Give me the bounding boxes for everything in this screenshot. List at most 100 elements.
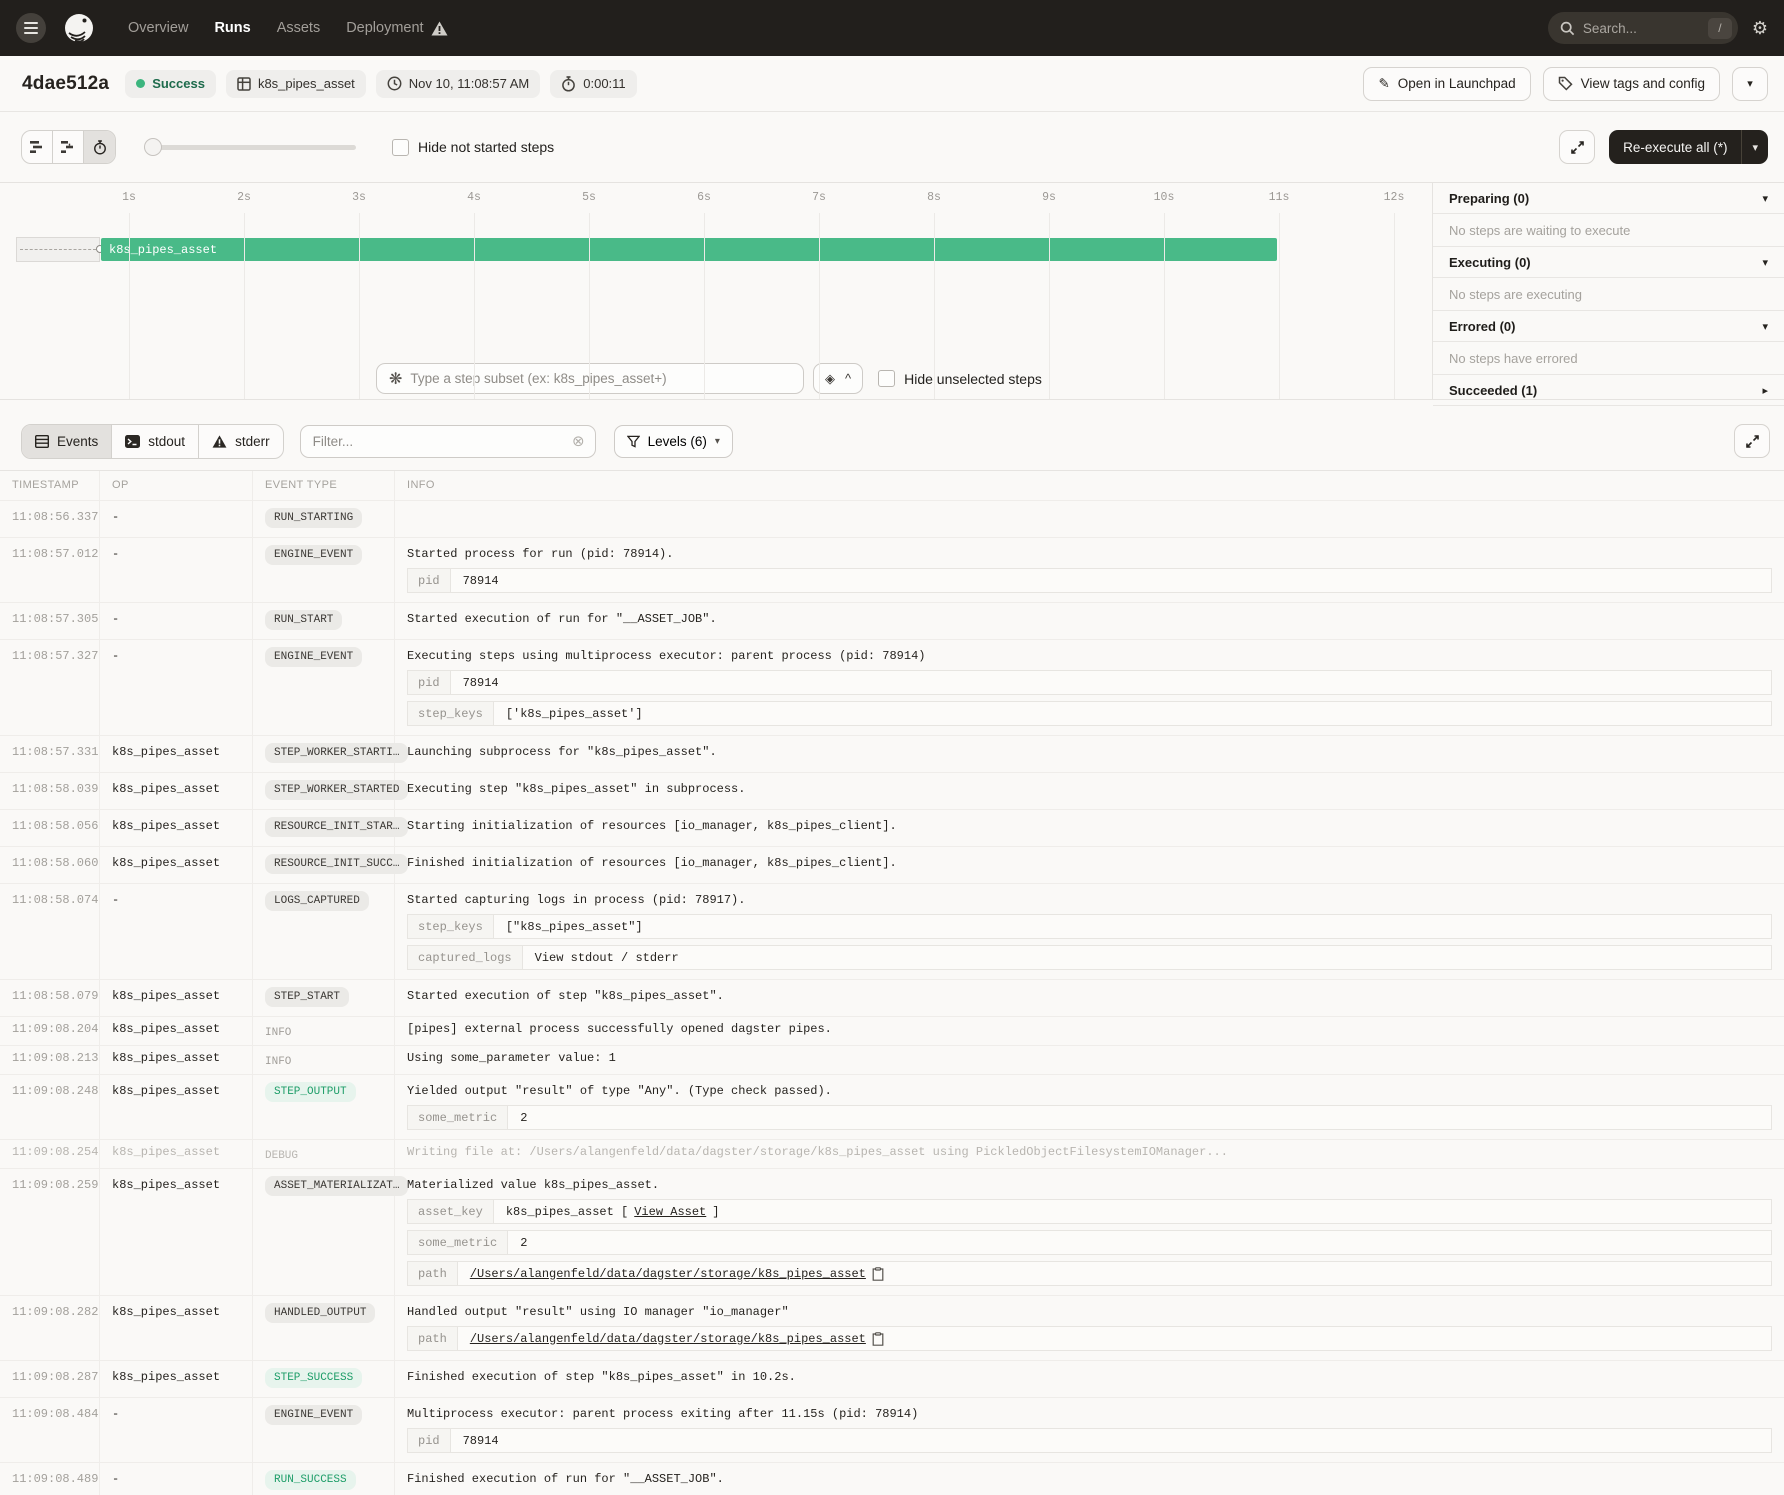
filter-input[interactable]: [313, 434, 572, 449]
event-timestamp: 11:09:08.254: [0, 1140, 100, 1168]
open-in-launchpad-button[interactable]: ✎ Open in Launchpad: [1363, 67, 1530, 101]
event-row[interactable]: 11:09:08.213k8s_pipes_assetINFOUsing som…: [0, 1046, 1784, 1075]
event-row[interactable]: 11:08:57.305-RUN_STARTStarted execution …: [0, 603, 1784, 640]
graph-query-toggle-button[interactable]: ◈ ^: [813, 363, 863, 394]
search-input[interactable]: Search... /: [1548, 12, 1738, 44]
event-row[interactable]: 11:09:08.489-RUN_SUCCESSFinished executi…: [0, 1463, 1784, 1495]
clear-filter-icon[interactable]: ⊗: [572, 432, 585, 450]
hide-unselected-checkbox-row[interactable]: Hide unselected steps: [878, 370, 1042, 387]
chevron-down-icon: ▾: [1762, 256, 1768, 269]
event-row[interactable]: 11:08:57.012-ENGINE_EVENTStarted process…: [0, 538, 1784, 603]
gantt-axis-tick: 8s: [927, 191, 941, 204]
search-icon: [1560, 21, 1575, 36]
sidebar-section-label: Errored (0): [1449, 319, 1515, 334]
event-info: Writing file at: /Users/alangenfeld/data…: [395, 1140, 1784, 1168]
gantt-gridline: [934, 213, 935, 399]
clock-icon: [387, 76, 402, 91]
event-type-cell: ENGINE_EVENT: [253, 640, 395, 735]
metadata-text: ]: [712, 1205, 719, 1219]
event-type-badge: STEP_WORKER_STARTED: [265, 780, 408, 800]
event-row[interactable]: 11:09:08.248k8s_pipes_assetSTEP_OUTPUTYi…: [0, 1075, 1784, 1140]
event-row[interactable]: 11:08:58.060k8s_pipes_assetRESOURCE_INIT…: [0, 847, 1784, 884]
event-row[interactable]: 11:08:58.039k8s_pipes_assetSTEP_WORKER_S…: [0, 773, 1784, 810]
flat-view-icon: [30, 141, 44, 153]
copy-path-icon[interactable]: [872, 1267, 884, 1281]
metadata-link[interactable]: View Asset: [634, 1205, 706, 1219]
hide-not-started-checkbox[interactable]: [392, 139, 409, 156]
event-metadata-row: path/Users/alangenfeld/data/dagster/stor…: [407, 1261, 1772, 1286]
view-tags-config-button[interactable]: View tags and config: [1543, 67, 1720, 101]
nav-link-assets[interactable]: Assets: [277, 20, 321, 36]
step-subset-input[interactable]: [410, 371, 791, 386]
waterfall-view-button[interactable]: [53, 131, 84, 163]
nav-link-runs[interactable]: Runs: [214, 20, 250, 36]
levels-dropdown-button[interactable]: Levels (6) ▾: [614, 425, 733, 458]
hide-not-started-checkbox-row[interactable]: Hide not started steps: [392, 139, 554, 156]
event-info: Finished execution of run for "__ASSET_J…: [395, 1463, 1784, 1495]
event-message: Started process for run (pid: 78914).: [407, 547, 1772, 562]
hamburger-menu-button[interactable]: [16, 13, 46, 43]
event-row[interactable]: 11:08:58.079k8s_pipes_assetSTEP_STARTSta…: [0, 980, 1784, 1017]
event-row[interactable]: 11:09:08.254k8s_pipes_assetDEBUGWriting …: [0, 1140, 1784, 1169]
metadata-text: ['k8s_pipes_asset']: [506, 707, 643, 721]
events-fullscreen-button[interactable]: [1734, 424, 1770, 458]
event-info: Started process for run (pid: 78914).pid…: [395, 538, 1784, 602]
run-actions-dropdown-button[interactable]: ▾: [1732, 67, 1768, 101]
sidebar-section-header[interactable]: Errored (0)▾: [1433, 311, 1784, 342]
event-row[interactable]: 11:09:08.287k8s_pipes_assetSTEP_SUCCESSF…: [0, 1361, 1784, 1398]
tab-stdout[interactable]: stdout: [112, 425, 199, 458]
sidebar-section-header[interactable]: Preparing (0)▾: [1433, 183, 1784, 214]
sidebar-section-header[interactable]: Succeeded (1)▸: [1433, 375, 1784, 406]
nav-link-overview[interactable]: Overview: [128, 20, 188, 36]
gantt-axis-tick: 11s: [1269, 191, 1290, 204]
tab-stderr[interactable]: stderr: [199, 425, 283, 458]
event-type-cell: RESOURCE_INIT_SUCC…: [253, 847, 395, 883]
slider-knob[interactable]: [144, 138, 162, 156]
event-info: Finished initialization of resources [io…: [395, 847, 1784, 883]
gantt-zoom-slider[interactable]: [144, 137, 356, 157]
event-row[interactable]: 11:09:08.484-ENGINE_EVENTMultiprocess ex…: [0, 1398, 1784, 1463]
event-row[interactable]: 11:08:58.074-LOGS_CAPTUREDStarted captur…: [0, 884, 1784, 980]
reexecute-dropdown-caret[interactable]: ▾: [1741, 130, 1768, 164]
event-message: Started execution of step "k8s_pipes_ass…: [407, 989, 1772, 1004]
hide-unselected-checkbox[interactable]: [878, 370, 895, 387]
settings-gear-icon[interactable]: ⚙: [1752, 19, 1768, 37]
metadata-text: 78914: [463, 574, 499, 588]
event-info: Started capturing logs in process (pid: …: [395, 884, 1784, 979]
reexecute-all-button[interactable]: Re-execute all (*): [1609, 130, 1741, 164]
event-row[interactable]: 11:09:08.204k8s_pipes_assetINFO[pipes] e…: [0, 1017, 1784, 1046]
nav-link-deployment[interactable]: Deployment: [346, 20, 447, 36]
event-row[interactable]: 11:09:08.282k8s_pipes_assetHANDLED_OUTPU…: [0, 1296, 1784, 1361]
reexecute-all-split-button[interactable]: Re-execute all (*) ▾: [1609, 130, 1768, 164]
event-type-badge: STEP_SUCCESS: [265, 1368, 362, 1388]
events-table-header: TIMESTAMP OP EVENT TYPE INFO: [0, 471, 1784, 501]
flat-view-button[interactable]: [22, 131, 53, 163]
tab-events[interactable]: Events: [22, 425, 112, 458]
event-row[interactable]: 11:08:56.337-RUN_STARTING: [0, 501, 1784, 538]
event-row[interactable]: 11:08:57.327-ENGINE_EVENTExecuting steps…: [0, 640, 1784, 736]
event-row[interactable]: 11:08:58.056k8s_pipes_assetRESOURCE_INIT…: [0, 810, 1784, 847]
event-message: Executing steps using multiprocess execu…: [407, 649, 1772, 664]
gantt-fullscreen-button[interactable]: [1559, 130, 1595, 164]
timed-view-button[interactable]: [84, 131, 115, 163]
metadata-link[interactable]: /Users/alangenfeld/data/dagster/storage/…: [470, 1267, 866, 1281]
events-section: Events stdout stderr ⊗ Levels (6) ▾: [0, 412, 1784, 1495]
tag-icon: [1558, 76, 1573, 91]
event-message: Finished initialization of resources [io…: [407, 856, 1772, 871]
event-info: Executing step "k8s_pipes_asset" in subp…: [395, 773, 1784, 809]
gantt-chart[interactable]: k8s_pipes_asset ❋ ◈ ^ Hide unselected st…: [0, 183, 1432, 399]
event-timestamp: 11:08:57.331: [0, 736, 100, 772]
event-row[interactable]: 11:08:57.331k8s_pipes_assetSTEP_WORKER_S…: [0, 736, 1784, 773]
event-type-cell: ENGINE_EVENT: [253, 1398, 395, 1462]
metadata-link[interactable]: /Users/alangenfeld/data/dagster/storage/…: [470, 1332, 866, 1346]
event-message: Materialized value k8s_pipes_asset.: [407, 1178, 1772, 1193]
metadata-key: asset_key: [408, 1200, 494, 1223]
gantt-step-bar[interactable]: k8s_pipes_asset: [101, 238, 1277, 261]
copy-path-icon[interactable]: [872, 1332, 884, 1346]
job-name-badge[interactable]: k8s_pipes_asset: [226, 70, 366, 98]
event-type-badge: HANDLED_OUTPUT: [265, 1303, 375, 1323]
warning-icon: [431, 21, 448, 36]
event-info: Starting initialization of resources [io…: [395, 810, 1784, 846]
sidebar-section-header[interactable]: Executing (0)▾: [1433, 247, 1784, 278]
event-row[interactable]: 11:09:08.259k8s_pipes_assetASSET_MATERIA…: [0, 1169, 1784, 1296]
